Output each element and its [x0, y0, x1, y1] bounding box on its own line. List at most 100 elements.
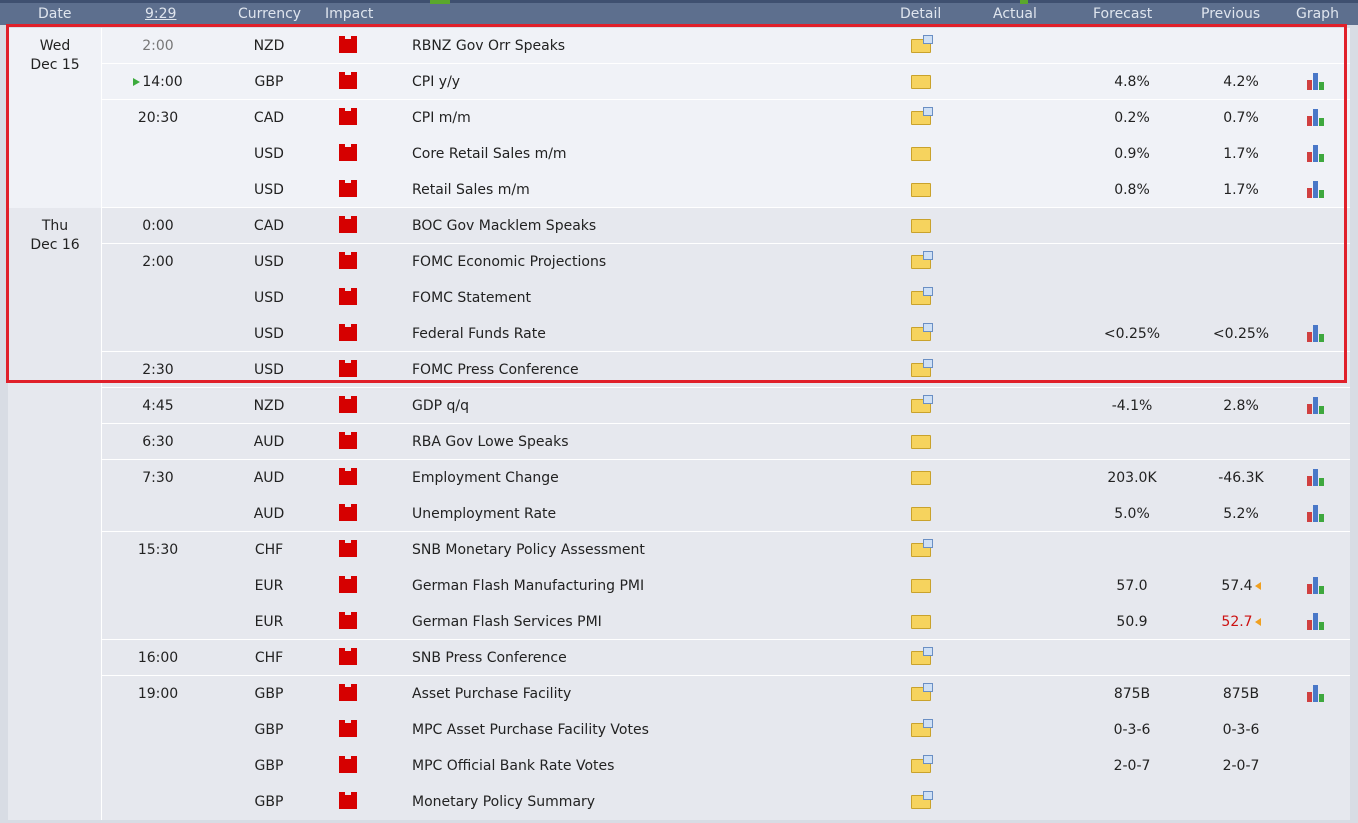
table-row[interactable]: 0:00 CAD BOC Gov Macklem Speaks	[8, 208, 1350, 244]
detail-cell[interactable]	[911, 784, 933, 820]
table-row[interactable]: 14:00 GBP CPI y/y 4.8% 4.2%	[8, 64, 1350, 100]
table-row[interactable]: USD Core Retail Sales m/m 0.9% 1.7%	[8, 136, 1350, 172]
detail-cell[interactable]	[911, 136, 933, 172]
table-row[interactable]: 2:00 NZD RBNZ Gov Orr Speaks	[8, 28, 1350, 64]
table-row[interactable]: GBP MPC Official Bank Rate Votes 2-0-7 2-0-…	[8, 748, 1350, 784]
table-row[interactable]: 7:30 AUD Employment Change 203.0K -46.3K	[8, 460, 1350, 496]
detail-cell[interactable]	[911, 280, 933, 316]
impact-cell[interactable]	[339, 172, 359, 208]
detail-cell[interactable]	[911, 28, 933, 64]
high-impact-icon[interactable]	[339, 108, 357, 125]
impact-cell[interactable]	[339, 604, 359, 640]
detail-document-icon[interactable]	[911, 107, 933, 125]
table-row[interactable]: 15:30 CHF SNB Monetary Policy Assessment	[8, 532, 1350, 568]
bar-chart-icon[interactable]	[1306, 576, 1326, 594]
high-impact-icon[interactable]	[339, 684, 357, 701]
impact-cell[interactable]	[339, 676, 359, 712]
graph-cell[interactable]	[1306, 568, 1328, 604]
detail-document-icon[interactable]	[911, 539, 933, 557]
detail-cell[interactable]	[911, 316, 933, 352]
graph-cell[interactable]	[1306, 460, 1328, 496]
high-impact-icon[interactable]	[339, 180, 357, 197]
impact-cell[interactable]	[339, 532, 359, 568]
bar-chart-icon[interactable]	[1306, 180, 1326, 198]
high-impact-icon[interactable]	[339, 648, 357, 665]
graph-cell[interactable]	[1306, 676, 1328, 712]
detail-cell[interactable]	[911, 460, 933, 496]
detail-document-icon[interactable]	[911, 287, 933, 305]
header-impact[interactable]: Impact	[325, 6, 373, 22]
graph-cell[interactable]	[1306, 136, 1328, 172]
event-title[interactable]: MPC Official Bank Rate Votes	[412, 748, 614, 784]
detail-cell[interactable]	[911, 208, 933, 244]
table-row[interactable]: 4:45 NZD GDP q/q -4.1% 2.8%	[8, 388, 1350, 424]
detail-folder-icon[interactable]	[911, 435, 931, 449]
detail-cell[interactable]	[911, 604, 933, 640]
detail-cell[interactable]	[911, 352, 933, 388]
high-impact-icon[interactable]	[339, 252, 357, 269]
high-impact-icon[interactable]	[339, 72, 357, 89]
event-title[interactable]: Retail Sales m/m	[412, 172, 530, 208]
graph-cell[interactable]	[1306, 496, 1328, 532]
high-impact-icon[interactable]	[339, 36, 357, 53]
high-impact-icon[interactable]	[339, 144, 357, 161]
detail-document-icon[interactable]	[911, 791, 933, 809]
bar-chart-icon[interactable]	[1306, 504, 1326, 522]
detail-folder-icon[interactable]	[911, 183, 931, 197]
header-currency[interactable]: Currency	[238, 6, 301, 22]
detail-cell[interactable]	[911, 388, 933, 424]
impact-cell[interactable]	[339, 28, 359, 64]
table-row[interactable]: 2:00 USD FOMC Economic Projections	[8, 244, 1350, 280]
impact-cell[interactable]	[339, 568, 359, 604]
header-time[interactable]: 9:29	[145, 6, 176, 22]
event-title[interactable]: GDP q/q	[412, 388, 469, 424]
detail-folder-icon[interactable]	[911, 75, 931, 89]
event-title[interactable]: Monetary Policy Summary	[412, 784, 595, 820]
bar-chart-icon[interactable]	[1306, 684, 1326, 702]
table-row[interactable]: GBP Monetary Policy Summary	[8, 784, 1350, 820]
table-row[interactable]: 19:00 GBP Asset Purchase Facility 875B 875B	[8, 676, 1350, 712]
graph-cell[interactable]	[1306, 604, 1328, 640]
detail-folder-icon[interactable]	[911, 471, 931, 485]
impact-cell[interactable]	[339, 352, 359, 388]
detail-document-icon[interactable]	[911, 359, 933, 377]
high-impact-icon[interactable]	[339, 396, 357, 413]
impact-cell[interactable]	[339, 388, 359, 424]
high-impact-icon[interactable]	[339, 216, 357, 233]
impact-cell[interactable]	[339, 244, 359, 280]
table-row[interactable]: AUD Unemployment Rate 5.0% 5.2%	[8, 496, 1350, 532]
impact-cell[interactable]	[339, 136, 359, 172]
impact-cell[interactable]	[339, 496, 359, 532]
detail-document-icon[interactable]	[911, 323, 933, 341]
detail-document-icon[interactable]	[911, 683, 933, 701]
high-impact-icon[interactable]	[339, 720, 357, 737]
event-title[interactable]: RBA Gov Lowe Speaks	[412, 424, 569, 460]
event-title[interactable]: Asset Purchase Facility	[412, 676, 571, 712]
impact-cell[interactable]	[339, 460, 359, 496]
bar-chart-icon[interactable]	[1306, 144, 1326, 162]
bar-chart-icon[interactable]	[1306, 108, 1326, 126]
high-impact-icon[interactable]	[339, 468, 357, 485]
high-impact-icon[interactable]	[339, 288, 357, 305]
event-title[interactable]: SNB Press Conference	[412, 640, 567, 676]
graph-cell[interactable]	[1306, 316, 1328, 352]
detail-folder-icon[interactable]	[911, 147, 931, 161]
detail-cell[interactable]	[911, 244, 933, 280]
high-impact-icon[interactable]	[339, 576, 357, 593]
header-date[interactable]: Date	[38, 6, 71, 22]
table-row[interactable]: USD Federal Funds Rate <0.25% <0.25%	[8, 316, 1350, 352]
detail-cell[interactable]	[911, 712, 933, 748]
impact-cell[interactable]	[339, 424, 359, 460]
high-impact-icon[interactable]	[339, 360, 357, 377]
table-row[interactable]: USD Retail Sales m/m 0.8% 1.7%	[8, 172, 1350, 208]
detail-cell[interactable]	[911, 568, 933, 604]
impact-cell[interactable]	[339, 100, 359, 136]
event-title[interactable]: German Flash Services PMI	[412, 604, 602, 640]
event-title[interactable]: FOMC Statement	[412, 280, 531, 316]
impact-cell[interactable]	[339, 208, 359, 244]
detail-folder-icon[interactable]	[911, 579, 931, 593]
high-impact-icon[interactable]	[339, 540, 357, 557]
event-title[interactable]: CPI y/y	[412, 64, 460, 100]
detail-cell[interactable]	[911, 496, 933, 532]
table-row[interactable]: 20:30 CAD CPI m/m 0.2% 0.7%	[8, 100, 1350, 136]
